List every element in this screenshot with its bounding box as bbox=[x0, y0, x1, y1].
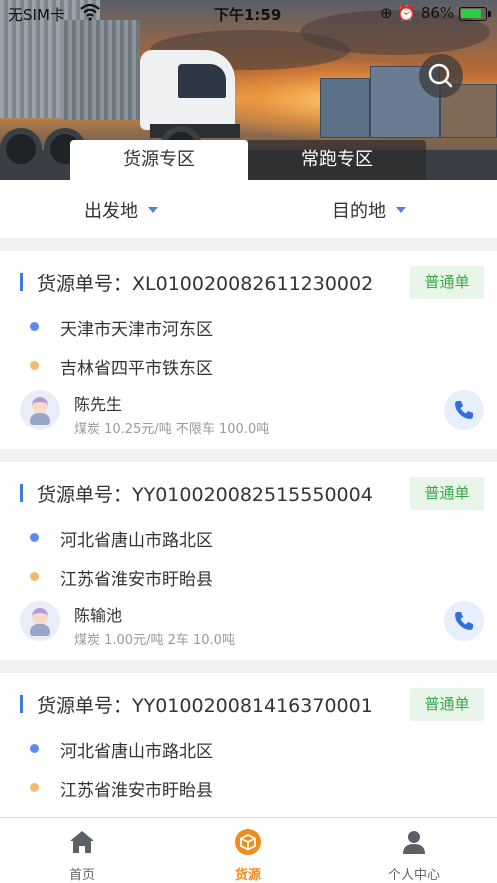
battery-icon bbox=[459, 7, 491, 21]
status-right: ⊕ ⏰ 86% bbox=[380, 4, 454, 22]
phone-icon bbox=[455, 401, 473, 419]
battery-percent: 86% bbox=[420, 4, 455, 22]
origin-dot bbox=[30, 322, 39, 331]
call-button[interactable] bbox=[444, 390, 484, 430]
contact-name: 陈输池 bbox=[74, 606, 123, 625]
home-icon bbox=[70, 831, 94, 853]
cargo-detail: 煤炭 10.25元/吨 不限车 100.0吨 bbox=[74, 422, 270, 437]
container-stack bbox=[320, 78, 370, 138]
nav-cargo[interactable]: 货源 bbox=[188, 818, 308, 883]
battery-fill bbox=[461, 9, 481, 18]
origin-filter-label: 出发地 bbox=[84, 201, 138, 222]
bottom-nav: 首页 货源 个人中心 bbox=[0, 817, 497, 883]
accent-bar bbox=[20, 273, 23, 291]
wifi-icon bbox=[80, 3, 100, 21]
destination-dot bbox=[30, 361, 39, 370]
origin-dot bbox=[30, 533, 39, 542]
truck-trailer bbox=[60, 20, 140, 120]
order-type-badge: 普通单 bbox=[410, 266, 484, 299]
cargo-detail: 煤炭 1.00元/吨 2车 10.0吨 bbox=[74, 633, 235, 648]
search-button[interactable] bbox=[419, 54, 463, 98]
truck-wheel bbox=[0, 128, 42, 170]
truck-window bbox=[178, 64, 226, 98]
phone-icon bbox=[455, 612, 473, 630]
alarm-icon: ⏰ bbox=[397, 4, 417, 22]
status-bar: 无SIM卡 下午1:59 ⊕ ⏰ 86% bbox=[0, 0, 497, 28]
call-button[interactable] bbox=[444, 601, 484, 641]
rotation-lock-icon: ⊕ bbox=[380, 4, 393, 22]
destination-filter-label: 目的地 bbox=[332, 201, 386, 222]
caret-down-icon bbox=[396, 207, 406, 213]
cargo-card[interactable]: 货源单号：YY010020081416370001 普通单 河北省唐山市路北区 … bbox=[0, 673, 497, 817]
tab-regular-routes[interactable]: 常跑专区 bbox=[248, 140, 426, 180]
tab-cargo-zone[interactable]: 货源专区 bbox=[70, 140, 248, 180]
nav-home-label: 首页 bbox=[68, 868, 95, 883]
destination-dot bbox=[30, 783, 39, 792]
caret-down-icon bbox=[148, 207, 158, 213]
nav-home[interactable]: 首页 bbox=[22, 818, 142, 883]
order-type-badge: 普通单 bbox=[410, 688, 484, 721]
avatar bbox=[20, 601, 60, 641]
search-icon bbox=[428, 63, 453, 88]
origin-dot bbox=[30, 744, 39, 753]
avatar bbox=[20, 390, 60, 430]
destination-dot bbox=[30, 572, 39, 581]
contact-name: 陈先生 bbox=[74, 395, 123, 414]
order-type-badge: 普通单 bbox=[410, 477, 484, 510]
nav-cargo-label: 货源 bbox=[234, 868, 261, 883]
nav-profile[interactable]: 个人中心 bbox=[354, 818, 474, 883]
cargo-card[interactable]: 货源单号：YY010020082515550004 普通单 河北省唐山市路北区 … bbox=[0, 462, 497, 660]
clock: 下午1:59 bbox=[214, 6, 282, 24]
person-icon bbox=[403, 831, 425, 854]
cargo-card[interactable]: 货源单号：XL010020082611230002 普通单 天津市天津市河东区 … bbox=[0, 251, 497, 449]
origin-filter[interactable]: 出发地 bbox=[84, 197, 158, 223]
carrier-label: 无SIM卡 bbox=[8, 6, 65, 24]
accent-bar bbox=[20, 695, 23, 713]
destination-filter[interactable]: 目的地 bbox=[332, 197, 406, 223]
cargo-box-icon bbox=[235, 829, 261, 855]
accent-bar bbox=[20, 484, 23, 502]
nav-profile-label: 个人中心 bbox=[387, 868, 440, 883]
filter-bar: 出发地 目的地 bbox=[0, 180, 497, 238]
